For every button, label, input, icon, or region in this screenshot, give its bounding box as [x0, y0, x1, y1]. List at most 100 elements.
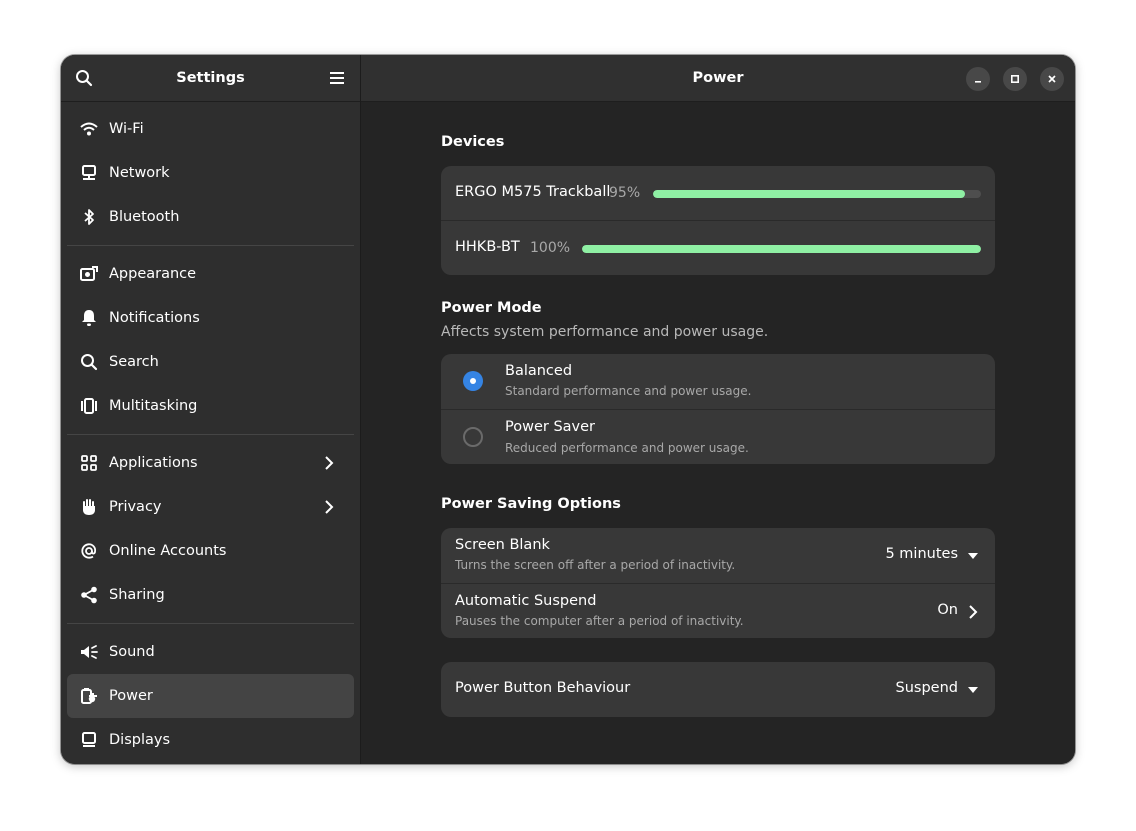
main-panel: Power Devices ERGO M575 Trackball 95% HH… [361, 55, 1075, 764]
sidebar-separator [67, 245, 354, 246]
main-menu-button[interactable] [322, 63, 352, 93]
battery-level-fill [653, 190, 965, 198]
power-mode-option-power-saver[interactable]: Power Saver Reduced performance and powe… [441, 410, 995, 464]
maximize-button[interactable] [1003, 67, 1027, 91]
settings-window: Settings Wi-Fi Network Bluetooth Appeara… [61, 55, 1075, 764]
sidebar-separator [67, 623, 354, 624]
sidebar-item-wifi[interactable]: Wi-Fi [67, 107, 354, 151]
minimize-icon [975, 81, 981, 83]
sidebar-item-label: Bluetooth [109, 209, 180, 225]
sidebar-header: Settings [61, 55, 360, 102]
sidebar: Settings Wi-Fi Network Bluetooth Appeara… [61, 55, 361, 764]
device-name: HHKB-BT [455, 239, 520, 255]
sidebar-item-label: Appearance [109, 266, 197, 282]
power-button-row[interactable]: Power Button Behaviour Suspend [441, 662, 995, 717]
sidebar-item-label: Notifications [109, 310, 200, 326]
sidebar-item-label: Applications [109, 455, 198, 471]
device-percent: 100% [530, 240, 571, 256]
sidebar-item-label: Network [109, 165, 170, 181]
chevron-right-icon [969, 605, 978, 619]
at-icon [79, 541, 99, 561]
row-description: Pauses the computer after a period of in… [455, 614, 744, 628]
battery-level-bar [653, 190, 981, 198]
main-header: Power [361, 55, 1075, 102]
option-description: Standard performance and power usage. [505, 384, 752, 398]
sidebar-item-label: Privacy [109, 499, 162, 515]
row-label: Screen Blank [455, 537, 550, 553]
sidebar-item-displays[interactable]: Displays [67, 718, 354, 762]
sidebar-title: Settings [176, 70, 245, 86]
sidebar-item-notifications[interactable]: Notifications [67, 296, 354, 340]
sidebar-nav: Wi-Fi Network Bluetooth Appearance Notif… [67, 107, 354, 762]
sidebar-item-label: Multitasking [109, 398, 198, 414]
network-icon [79, 163, 99, 183]
power-mode-title: Power Mode [441, 300, 542, 316]
sidebar-item-bluetooth[interactable]: Bluetooth [67, 195, 354, 239]
device-percent: 95% [609, 185, 641, 201]
option-label: Power Saver [505, 419, 596, 435]
battery-level-fill [582, 245, 981, 253]
option-description: Reduced performance and power usage. [505, 441, 749, 455]
chevron-right-icon [325, 500, 334, 514]
power-saving-card: Screen Blank Turns the screen off after … [441, 528, 995, 638]
automatic-suspend-value: On [937, 602, 958, 618]
chevron-right-icon [325, 456, 334, 470]
sidebar-item-appearance[interactable]: Appearance [67, 252, 354, 296]
bell-icon [79, 308, 99, 328]
sidebar-item-label: Sharing [109, 587, 165, 603]
sidebar-item-search[interactable]: Search [67, 340, 354, 384]
row-description: Turns the screen off after a period of i… [455, 558, 736, 572]
sidebar-item-label: Online Accounts [109, 543, 227, 559]
sidebar-separator [67, 434, 354, 435]
power-button-card: Power Button Behaviour Suspend [441, 662, 995, 717]
power-mode-option-balanced[interactable]: Balanced Standard performance and power … [441, 354, 995, 410]
screen-blank-row[interactable]: Screen Blank Turns the screen off after … [441, 528, 995, 584]
apps-grid-icon [79, 453, 99, 473]
maximize-icon [1010, 74, 1020, 84]
sidebar-item-power[interactable]: Power [67, 674, 354, 718]
row-label: Automatic Suspend [455, 593, 597, 609]
sidebar-item-label: Displays [109, 732, 171, 748]
battery-level-bar [582, 245, 981, 253]
multitasking-icon [79, 396, 99, 416]
close-button[interactable] [1040, 67, 1064, 91]
hand-icon [79, 497, 99, 517]
sidebar-item-online-accounts[interactable]: Online Accounts [67, 529, 354, 573]
option-label: Balanced [505, 363, 573, 379]
sidebar-item-sharing[interactable]: Sharing [67, 573, 354, 617]
row-label: Power Button Behaviour [455, 680, 631, 696]
sidebar-item-applications[interactable]: Applications [67, 441, 354, 485]
device-row: ERGO M575 Trackball 95% [441, 166, 995, 221]
speaker-icon [79, 642, 99, 662]
power-button-value[interactable]: Suspend [896, 680, 958, 696]
dropdown-arrow-icon [968, 687, 978, 693]
power-mode-subtitle: Affects system performance and power usa… [441, 324, 769, 340]
devices-card: ERGO M575 Trackball 95% HHKB-BT 100% [441, 166, 995, 275]
sidebar-item-sound[interactable]: Sound [67, 630, 354, 674]
sidebar-item-label: Power [109, 688, 153, 704]
minimize-button[interactable] [966, 67, 990, 91]
bluetooth-icon [79, 207, 99, 227]
radio-unselected[interactable] [463, 427, 483, 447]
wifi-icon [79, 119, 99, 139]
sidebar-item-label: Wi-Fi [109, 121, 144, 137]
screen-blank-value[interactable]: 5 minutes [885, 546, 958, 562]
sidebar-item-privacy[interactable]: Privacy [67, 485, 354, 529]
automatic-suspend-row[interactable]: Automatic Suspend Pauses the computer af… [441, 584, 995, 638]
power-saving-title: Power Saving Options [441, 496, 621, 512]
devices-title: Devices [441, 134, 505, 150]
dropdown-arrow-icon [968, 553, 978, 559]
sidebar-item-label: Sound [109, 644, 155, 660]
power-mode-card: Balanced Standard performance and power … [441, 354, 995, 464]
appearance-icon [79, 264, 99, 284]
sidebar-item-label: Search [109, 354, 159, 370]
sidebar-item-network[interactable]: Network [67, 151, 354, 195]
radio-selected[interactable] [463, 371, 483, 391]
power-plug-icon [79, 686, 99, 706]
close-icon [1048, 75, 1056, 83]
share-icon [79, 585, 99, 605]
hamburger-menu-icon [330, 72, 344, 84]
search-icon [79, 352, 99, 372]
sidebar-item-multitasking[interactable]: Multitasking [67, 384, 354, 428]
device-row: HHKB-BT 100% [441, 221, 995, 275]
